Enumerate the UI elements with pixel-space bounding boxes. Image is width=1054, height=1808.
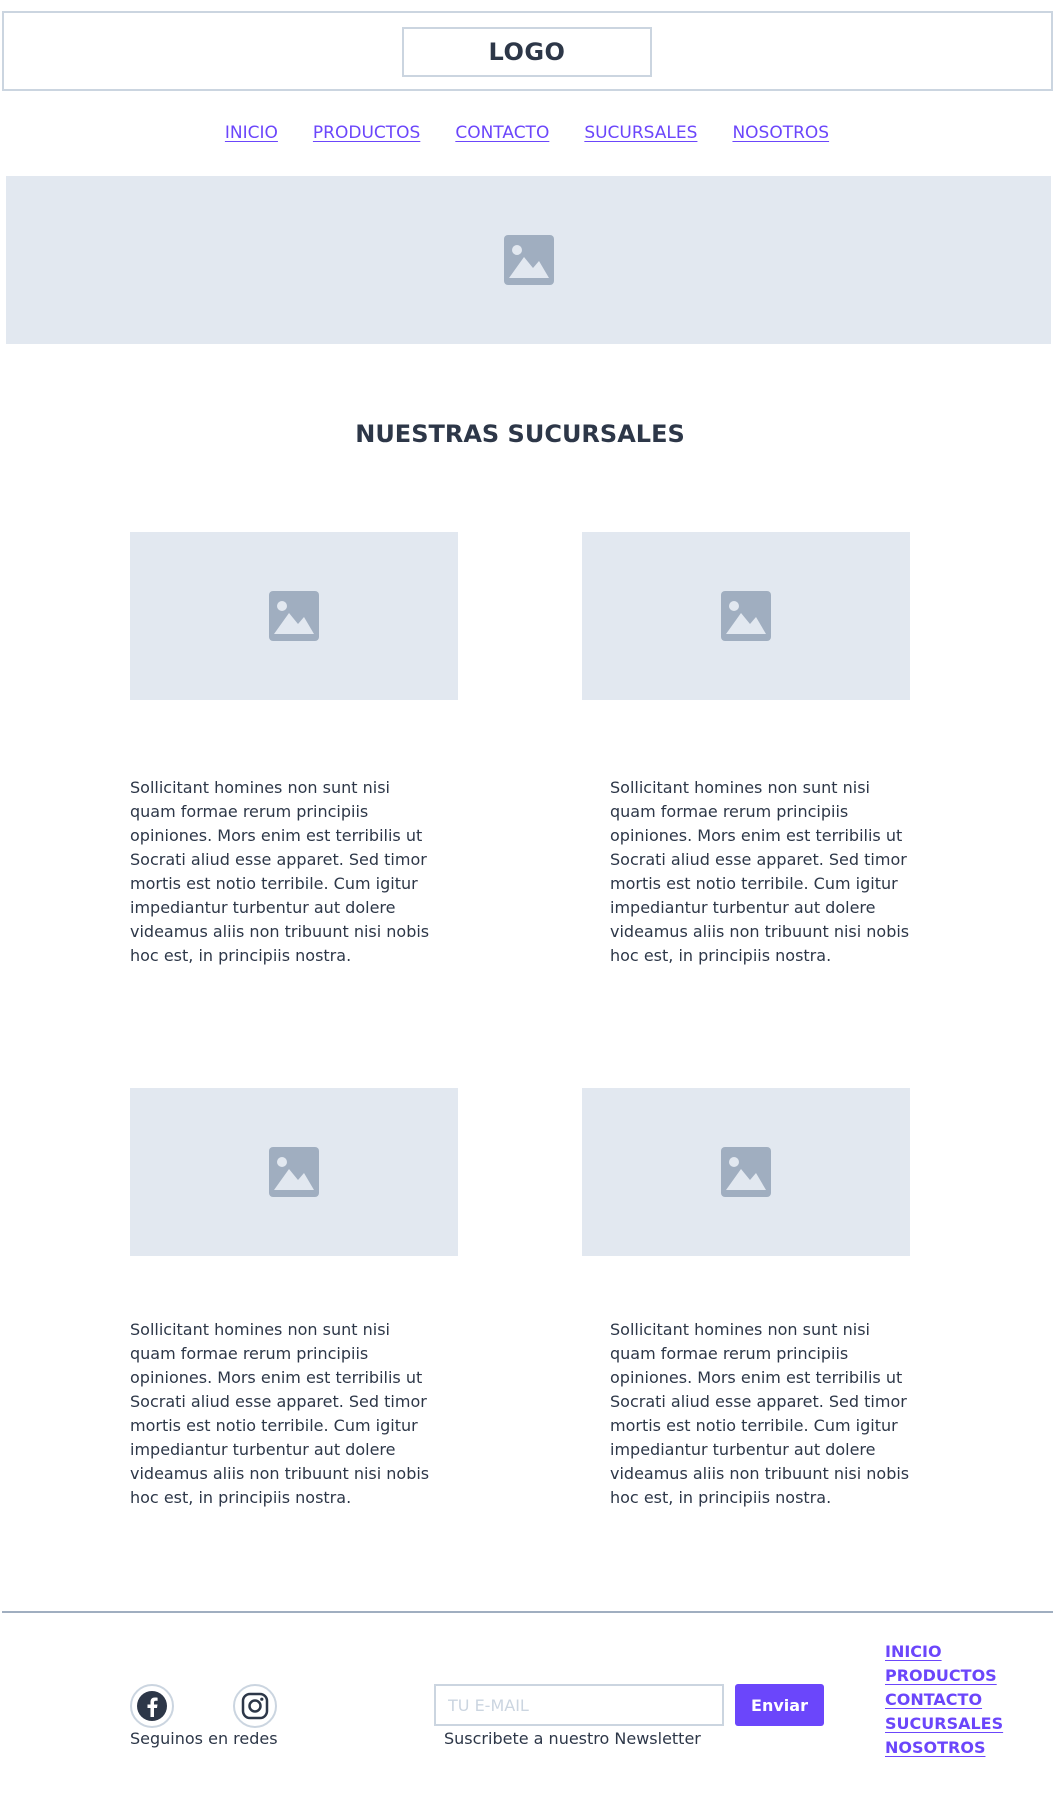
footer-link-contacto[interactable]: CONTACTO xyxy=(885,1688,1003,1712)
nav-link-productos[interactable]: PRODUCTOS xyxy=(313,123,420,149)
nav-link-contacto[interactable]: CONTACTO xyxy=(455,123,549,149)
branch-image xyxy=(582,1088,910,1256)
branch-description: Sollicitant homines non sunt nisi quam f… xyxy=(130,778,430,965)
image-placeholder-icon xyxy=(269,591,319,641)
branch-description: Sollicitant homines non sunt nisi quam f… xyxy=(610,778,910,965)
image-placeholder-icon xyxy=(503,235,554,285)
section-title: NUESTRAS SUCURSALES xyxy=(355,420,685,448)
image-placeholder-icon xyxy=(721,1147,771,1197)
branch-description: Sollicitant homines non sunt nisi quam f… xyxy=(610,1320,910,1507)
nav-link-inicio[interactable]: INICIO xyxy=(225,123,278,149)
image-placeholder-icon xyxy=(721,591,771,641)
social-label: Seguinos en redes xyxy=(130,1729,278,1748)
footer-link-productos[interactable]: PRODUCTOS xyxy=(885,1664,1003,1688)
logo[interactable]: LOGO xyxy=(402,27,652,77)
branch-image xyxy=(130,532,458,700)
branch-description: Sollicitant homines non sunt nisi quam f… xyxy=(130,1320,430,1507)
facebook-icon[interactable] xyxy=(130,1684,174,1728)
main-nav: INICIO PRODUCTOS CONTACTO SUCURSALES NOS… xyxy=(0,123,1054,149)
newsletter-submit-button[interactable]: Enviar xyxy=(735,1684,824,1726)
hero-image xyxy=(6,176,1051,344)
branch-image xyxy=(582,532,910,700)
branch-image xyxy=(130,1088,458,1256)
footer-divider xyxy=(2,1611,1053,1613)
footer-link-sucursales[interactable]: SUCURSALES xyxy=(885,1712,1003,1736)
nav-link-sucursales[interactable]: SUCURSALES xyxy=(584,123,697,149)
footer-nav: INICIO PRODUCTOS CONTACTO SUCURSALES NOS… xyxy=(885,1640,1003,1760)
newsletter-email-input[interactable] xyxy=(434,1684,724,1726)
newsletter-label: Suscribete a nuestro Newsletter xyxy=(444,1729,701,1748)
footer-link-inicio[interactable]: INICIO xyxy=(885,1640,1003,1664)
image-placeholder-icon xyxy=(269,1147,319,1197)
footer-link-nosotros[interactable]: NOSOTROS xyxy=(885,1736,1003,1760)
instagram-icon[interactable] xyxy=(233,1684,277,1728)
nav-link-nosotros[interactable]: NOSOTROS xyxy=(732,123,829,149)
